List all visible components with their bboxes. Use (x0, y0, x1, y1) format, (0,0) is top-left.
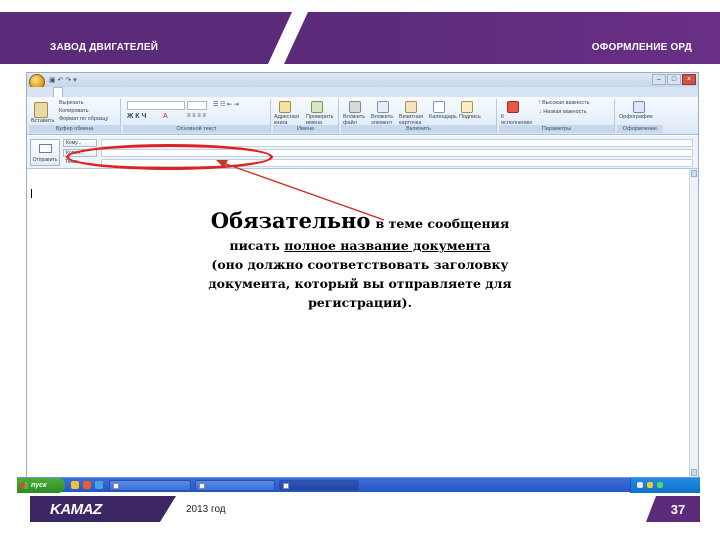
footer-year: 2013 год (186, 504, 226, 515)
quick-launch-mail-icon[interactable] (95, 481, 103, 489)
paste-button[interactable]: Вставить (31, 118, 54, 124)
minimize-icon[interactable]: – (652, 74, 666, 85)
list-buttons[interactable]: ☰ ☷ ⇤ ⇥ (213, 101, 239, 108)
group-label-include: Включить (341, 125, 496, 133)
follow-up-flag-icon[interactable] (507, 101, 519, 113)
callout-emphasis: Обязательно (210, 208, 371, 233)
windows-taskbar: пуск (17, 477, 700, 493)
tray-icon[interactable] (647, 482, 653, 488)
callout-line2-prefix: писать (229, 238, 285, 253)
tray-icon[interactable] (637, 482, 643, 488)
font-color-icon[interactable]: A (163, 113, 168, 120)
send-button[interactable]: Отправить (30, 139, 60, 166)
group-label-options: Параметры (499, 125, 614, 133)
quick-launch-folder-icon[interactable] (71, 481, 79, 489)
window-titlebar: ▣ ↶ ↷ ▾ – □ × (27, 73, 698, 90)
callout-line3: (оно должно соответствовать заголовку (211, 257, 509, 272)
ribbon-tabs (27, 87, 698, 97)
signature-icon[interactable] (461, 101, 473, 113)
taskbar-window-3[interactable] (279, 480, 359, 491)
spelling-icon[interactable] (633, 101, 645, 113)
group-clipboard: Вставить Вырезать Копировать Формат по о… (29, 99, 121, 133)
header-left-title: ЗАВОД ДВИГАТЕЛЕЙ (50, 42, 159, 53)
copy-button[interactable]: Копировать (59, 108, 89, 114)
format-painter-button[interactable]: Формат по образцу (59, 116, 108, 122)
font-name-select[interactable] (127, 101, 185, 110)
kamaz-logo: KAMAZ (50, 501, 102, 518)
envelope-icon (39, 144, 52, 153)
close-icon[interactable]: × (682, 74, 696, 85)
check-names-icon[interactable] (311, 101, 323, 113)
low-importance-button[interactable]: ↓ Низкая важность (539, 109, 587, 115)
window-controls: – □ × (652, 74, 696, 85)
callout-line4: документа, который вы отправляете для (208, 276, 512, 291)
group-basic-text: ☰ ☷ ⇤ ⇥ Ж К Ч A ≡ ≡ ≡ ≡ Основной текст (123, 99, 271, 133)
business-card-icon[interactable] (405, 101, 417, 113)
low-importance-label: Низкая важность (543, 109, 587, 115)
spelling-button[interactable]: Орфография (619, 114, 653, 120)
slide-header: ЗАВОД ДВИГАТЕЛЕЙ ОФОРМЛЕНИЕ ОРД (0, 12, 720, 64)
calendar-icon[interactable] (433, 101, 445, 113)
page-number: 37 (670, 502, 686, 517)
attach-file-icon[interactable] (349, 101, 361, 113)
start-button[interactable]: пуск (17, 478, 65, 493)
paste-icon[interactable] (34, 102, 48, 118)
scroll-up-icon[interactable] (691, 170, 697, 177)
quick-launch-browser-icon[interactable] (83, 481, 91, 489)
text-caret (31, 189, 32, 198)
bold-italic-underline[interactable]: Ж К Ч (127, 113, 146, 120)
group-label-names: Имена (273, 125, 338, 133)
window-icon (283, 483, 289, 489)
align-buttons[interactable]: ≡ ≡ ≡ ≡ (187, 113, 206, 119)
header-left-band (0, 12, 300, 64)
slide-footer: KAMAZ 2013 год 37 (0, 496, 720, 522)
send-button-label: Отправить (32, 157, 58, 163)
system-tray (630, 478, 700, 493)
scroll-down-icon[interactable] (691, 469, 697, 476)
tray-icon[interactable] (657, 482, 663, 488)
high-importance-label: Высокая важность (542, 100, 590, 106)
group-label-clipboard: Буфер обмена (29, 125, 120, 133)
ribbon: Вставить Вырезать Копировать Формат по о… (27, 97, 698, 135)
callout-line1-rest: в теме сообщения (375, 216, 510, 231)
group-names: Адресная книга Проверить имена Имена (273, 99, 339, 133)
group-include: Вложить файл Вложить элемент Визитная ка… (341, 99, 497, 133)
group-options: К исполнению ! Высокая важность ↓ Низкая… (499, 99, 615, 133)
attach-item-icon[interactable] (377, 101, 389, 113)
group-label-formatting: Оформление (617, 125, 663, 133)
window-icon (113, 483, 119, 489)
callout-line2-underlined: полное название документа (284, 238, 491, 253)
quick-access-toolbar[interactable]: ▣ ↶ ↷ ▾ (49, 76, 77, 84)
start-button-label: пуск (31, 482, 47, 489)
header-right-title: ОФОРМЛЕНИЕ ОРД (591, 42, 692, 53)
group-label-basic-text: Основной текст (123, 125, 270, 133)
group-formatting: Орфография Оформление (617, 99, 663, 133)
window-icon (199, 483, 205, 489)
vertical-scrollbar[interactable] (689, 169, 698, 477)
callout-line5: регистрации). (308, 295, 412, 310)
header-right-band (300, 12, 720, 64)
callout-text: Обязательно в теме сообщения писать полн… (170, 208, 550, 312)
high-importance-button[interactable]: ! Высокая важность (539, 100, 589, 106)
taskbar-window-2[interactable] (195, 480, 275, 491)
font-size-select[interactable] (187, 101, 207, 110)
maximize-icon[interactable]: □ (667, 74, 681, 85)
tab-message[interactable] (53, 87, 63, 97)
signature-button[interactable]: Подпись (459, 114, 481, 120)
calendar-button[interactable]: Календарь (429, 114, 457, 120)
taskbar-window-1[interactable] (109, 480, 191, 491)
address-book-icon[interactable] (279, 101, 291, 113)
cut-button[interactable]: Вырезать (59, 100, 83, 106)
windows-logo-icon (21, 482, 28, 489)
to-button[interactable]: Кому... (63, 139, 97, 147)
subject-highlight-ellipse (66, 144, 273, 170)
